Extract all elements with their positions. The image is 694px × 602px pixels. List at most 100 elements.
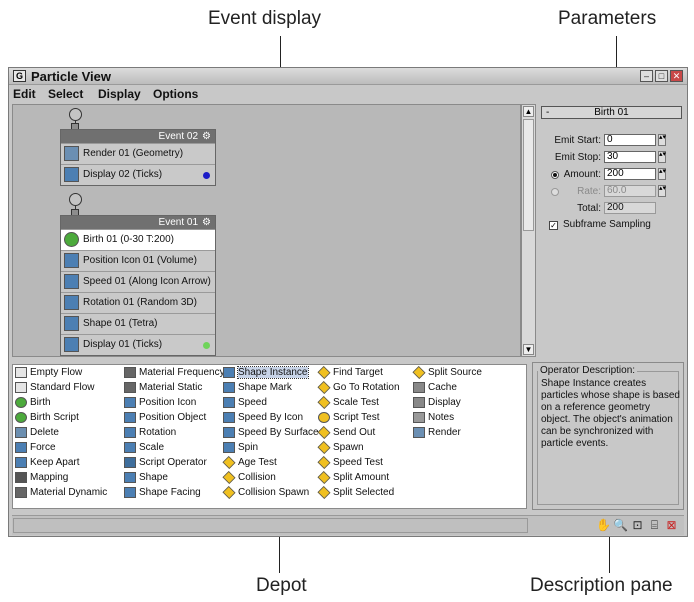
depot-item[interactable]: Shape Facing — [124, 486, 201, 500]
scroll-up-button[interactable]: ▲ — [523, 106, 534, 117]
rollout-header[interactable]: - Birth 01 — [541, 106, 682, 119]
depot-item[interactable]: Cache — [413, 381, 457, 395]
rate-radio[interactable] — [551, 188, 559, 196]
menu-bar: Edit Select Display Options — [9, 86, 687, 102]
zoom-region-icon[interactable]: ⊡ — [630, 518, 645, 533]
depot-item[interactable]: Material Static — [124, 381, 202, 395]
depot-item[interactable]: Speed — [223, 396, 267, 410]
depot-item[interactable]: Split Source — [412, 365, 482, 380]
depot-item[interactable]: Render — [413, 426, 461, 440]
depot-item[interactable]: Rotation — [124, 426, 176, 440]
close-button[interactable]: ✕ — [670, 70, 683, 82]
depot-item[interactable]: Speed Test — [317, 455, 383, 470]
depot-item[interactable]: Force — [15, 441, 56, 455]
depot-item[interactable]: Position Object — [124, 411, 206, 425]
amount-input[interactable]: 200 — [604, 168, 656, 180]
depot-item[interactable]: Split Amount — [317, 470, 389, 485]
depot-item[interactable]: Script Test — [318, 411, 380, 425]
display-color-dot[interactable] — [203, 342, 210, 349]
event-input-circle[interactable] — [69, 193, 82, 206]
operator-label: Rotation 01 (Random 3D) — [83, 297, 197, 308]
speed-icon — [223, 427, 235, 438]
depot-item[interactable]: Collision Spawn — [222, 485, 309, 500]
test-icon — [317, 440, 331, 455]
depot-item[interactable]: Find Target — [317, 365, 383, 380]
event-node[interactable]: Event 01 ⚙ Birth 01 (0-30 T:200) Position… — [60, 215, 216, 356]
flow-icon — [15, 382, 27, 393]
depot-item[interactable]: Empty Flow — [15, 366, 82, 380]
test-icon — [222, 455, 236, 470]
depot[interactable]: Empty Flow Standard Flow Birth Birth Scr… — [12, 364, 527, 509]
emit-stop-spinner[interactable]: ▴▾ — [658, 151, 666, 163]
depot-item[interactable]: Delete — [15, 426, 59, 440]
mapping-icon — [15, 472, 27, 483]
subframe-checkbox[interactable]: ✓ — [549, 221, 558, 230]
depot-item[interactable]: Display — [413, 396, 461, 410]
event-input-circle[interactable] — [69, 108, 82, 121]
operator-label: Speed 01 (Along Icon Arrow) — [83, 276, 211, 287]
zoom-extents-icon[interactable]: ⌸ — [647, 518, 662, 533]
display-icon — [64, 167, 79, 182]
operator-row[interactable]: Display 02 (Ticks) — [61, 164, 215, 185]
operator-row[interactable]: Render 01 (Geometry) — [61, 143, 215, 164]
depot-item[interactable]: Notes — [413, 411, 454, 425]
rate-label: Rate: — [577, 186, 601, 197]
event-node[interactable]: Event 02 ⚙ Render 01 (Geometry) Display 0… — [60, 129, 216, 186]
menu-options[interactable]: Options — [153, 87, 198, 101]
event-display[interactable]: Event 02 ⚙ Render 01 (Geometry) Display 0… — [12, 104, 521, 357]
scroll-down-button[interactable]: ▼ — [523, 344, 534, 355]
depot-item[interactable]: Speed By Icon — [223, 411, 303, 425]
depot-item[interactable]: Script Operator — [124, 456, 207, 470]
operator-row[interactable]: Birth 01 (0-30 T:200) — [61, 229, 215, 250]
operator-row[interactable]: Display 01 (Ticks) — [61, 334, 215, 355]
birth-icon — [15, 397, 27, 408]
event-display-scrollbar[interactable]: ▲ ▼ — [521, 104, 536, 357]
depot-item[interactable]: Keep Apart — [15, 456, 79, 470]
scroll-thumb[interactable] — [523, 119, 534, 231]
zoom-icon[interactable]: 🔍 — [613, 518, 628, 533]
emit-stop-input[interactable]: 30 — [604, 151, 656, 163]
menu-display[interactable]: Display — [98, 87, 141, 101]
rate-input[interactable]: 60.0 — [604, 185, 656, 197]
operator-row[interactable]: Position Icon 01 (Volume) — [61, 250, 215, 271]
depot-item[interactable]: Spin — [223, 441, 258, 455]
depot-item[interactable]: Position Icon — [124, 396, 196, 410]
depot-item[interactable]: Shape — [124, 471, 168, 485]
amount-spinner[interactable]: ▴▾ — [658, 168, 666, 180]
depot-item[interactable]: Age Test — [222, 455, 277, 470]
menu-edit[interactable]: Edit — [13, 87, 36, 101]
no-zoom-icon[interactable]: ⊠ — [664, 518, 679, 533]
depot-item[interactable]: Shape Mark — [223, 381, 292, 395]
depot-item[interactable]: Scale Test — [317, 395, 379, 410]
depot-item[interactable]: Birth — [15, 396, 51, 410]
menu-select[interactable]: Select — [48, 87, 83, 101]
depot-item[interactable]: Material Frequency — [124, 366, 225, 380]
depot-item[interactable]: Scale — [124, 441, 164, 455]
depot-item[interactable]: Go To Rotation — [317, 380, 400, 395]
operator-row[interactable]: Speed 01 (Along Icon Arrow) — [61, 271, 215, 292]
emit-start-spinner[interactable]: ▴▾ — [658, 134, 666, 146]
birth-script-icon — [15, 412, 27, 423]
event-title-bar: Event 02 ⚙ — [61, 130, 215, 143]
depot-item[interactable]: Speed By Surface — [223, 426, 319, 440]
depot-item[interactable]: Material Dynamic — [15, 486, 107, 500]
minimize-button[interactable]: – — [640, 70, 653, 82]
depot-item[interactable]: Send Out — [317, 425, 375, 440]
display-color-dot[interactable] — [203, 172, 210, 179]
render-icon — [64, 146, 79, 161]
amount-radio[interactable] — [551, 171, 559, 179]
depot-item[interactable]: Split Selected — [317, 485, 394, 500]
operator-row[interactable]: Rotation 01 (Random 3D) — [61, 292, 215, 313]
emit-start-label: Emit Start: — [554, 135, 601, 146]
maximize-button[interactable]: □ — [655, 70, 668, 82]
operator-row[interactable]: Shape 01 (Tetra) — [61, 313, 215, 334]
depot-item[interactable]: Standard Flow — [15, 381, 94, 395]
emit-start-input[interactable]: 0 — [604, 134, 656, 146]
depot-item[interactable]: Spawn — [317, 440, 364, 455]
rate-spinner[interactable]: ▴▾ — [658, 185, 666, 197]
depot-item[interactable]: Mapping — [15, 471, 68, 485]
pan-hand-icon[interactable]: ✋ — [596, 518, 611, 533]
depot-item[interactable]: Birth Script — [15, 411, 79, 425]
depot-item[interactable]: Collision — [222, 470, 276, 485]
depot-item-selected[interactable]: Shape Instance — [223, 366, 309, 380]
